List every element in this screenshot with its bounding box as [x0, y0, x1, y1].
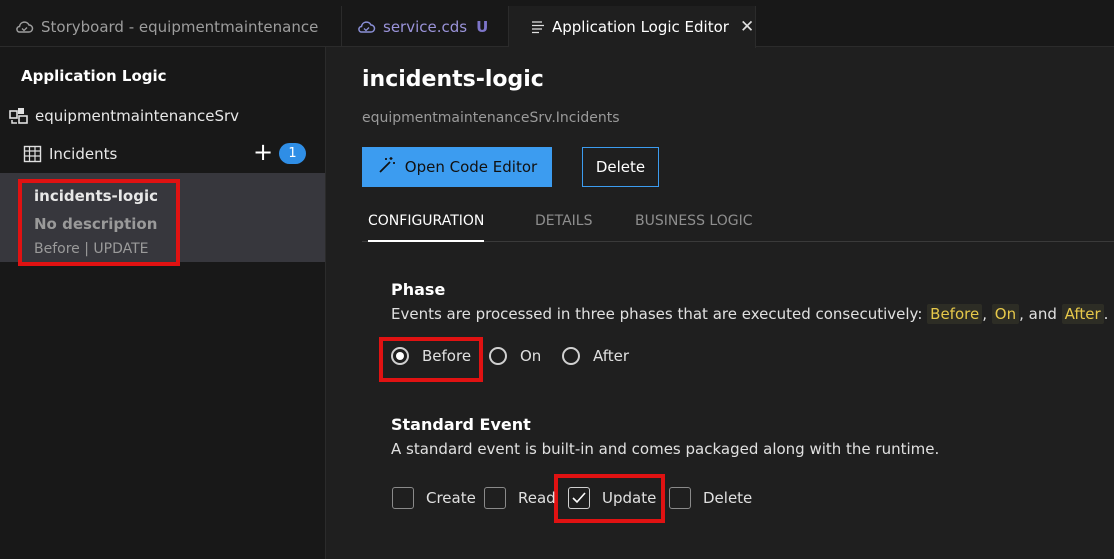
highlight-box-logic-item — [18, 179, 180, 266]
tab-storyboard[interactable]: Storyboard - equipmentmaintenance — [0, 6, 342, 47]
standard-event-title: Standard Event — [391, 415, 531, 434]
checkbox-create[interactable]: Create — [392, 487, 476, 509]
radio-empty-icon[interactable] — [489, 347, 507, 365]
checkbox-delete[interactable]: Delete — [669, 487, 752, 509]
checkbox-icon[interactable] — [669, 487, 691, 509]
add-icon[interactable]: + — [253, 140, 273, 164]
standard-event-description: A standard event is built-in and comes p… — [391, 440, 940, 458]
tab-details[interactable]: DETAILS — [535, 213, 592, 242]
checkbox-label: Update — [602, 489, 657, 507]
phase-description: Events are processed in three phases tha… — [391, 304, 1109, 324]
checkbox-label: Read — [518, 489, 556, 507]
checkbox-read[interactable]: Read — [484, 487, 556, 509]
separator: , — [982, 305, 987, 323]
highlight-box-before — [379, 337, 483, 382]
tab-label: Application Logic Editor — [552, 18, 729, 36]
tab-configuration[interactable]: CONFIGURATION — [368, 213, 485, 242]
highlight-on: On — [991, 304, 1020, 324]
page-title: incidents-logic — [362, 67, 544, 92]
page-subtitle: equipmentmaintenanceSrv.Incidents — [362, 110, 620, 126]
open-code-editor-label: Open Code Editor — [404, 158, 538, 176]
service-name: equipmentmaintenanceSrv — [35, 107, 240, 125]
cloud-icon — [14, 19, 34, 35]
highlight-before: Before — [927, 304, 983, 324]
delete-button[interactable]: Delete — [582, 147, 659, 187]
magic-wand-icon — [377, 155, 397, 179]
checkbox-label: Create — [426, 489, 476, 507]
service-node[interactable]: equipmentmaintenanceSrv — [9, 107, 239, 125]
tab-label: service.cds — [383, 17, 468, 36]
sidebar-title: Application Logic — [21, 67, 167, 85]
phase-desc-text: Events are processed in three phases tha… — [391, 305, 928, 323]
checkbox-update[interactable]: Update — [568, 487, 656, 509]
tab-service-cds[interactable]: service.cds U — [342, 6, 509, 47]
cloud-icon — [356, 19, 376, 35]
period: . — [1103, 305, 1109, 323]
radio-after[interactable]: After — [562, 347, 629, 365]
editor-tab-bar: Storyboard - equipmentmaintenance servic… — [0, 6, 1114, 48]
checkbox-label: Delete — [703, 489, 753, 507]
highlight-after: After — [1061, 304, 1104, 324]
tab-business-logic[interactable]: BUSINESS LOGIC — [635, 213, 752, 242]
main-panel: incidents-logic equipmentmaintenanceSrv.… — [327, 47, 1114, 559]
entity-node-incidents[interactable]: Incidents + 1 — [23, 140, 313, 166]
checkmark-icon[interactable] — [568, 487, 590, 509]
count-badge: 1 — [279, 143, 306, 164]
radio-on[interactable]: On — [489, 347, 541, 365]
radio-empty-icon[interactable] — [562, 347, 580, 365]
tab-application-logic-editor[interactable]: Application Logic Editor ✕ — [509, 6, 756, 48]
radio-label: After — [593, 347, 630, 365]
table-icon — [23, 145, 43, 163]
tab-label: Storyboard - equipmentmaintenance — [41, 17, 319, 36]
separator: , and — [1019, 305, 1057, 323]
entity-label: Incidents — [49, 145, 118, 163]
checkbox-icon[interactable] — [484, 487, 506, 509]
radio-label: On — [520, 347, 542, 365]
service-icon — [9, 107, 29, 125]
phase-title: Phase — [391, 280, 446, 299]
config-tabs: CONFIGURATION DETAILS BUSINESS LOGIC — [362, 213, 1114, 242]
close-icon[interactable]: ✕ — [740, 17, 754, 37]
checkbox-icon[interactable] — [392, 487, 414, 509]
open-code-editor-button[interactable]: Open Code Editor — [362, 147, 552, 187]
sidebar: Application Logic equipmentmaintenanceSr… — [0, 47, 326, 559]
untracked-badge: U — [476, 17, 489, 36]
lines-icon — [531, 20, 545, 34]
